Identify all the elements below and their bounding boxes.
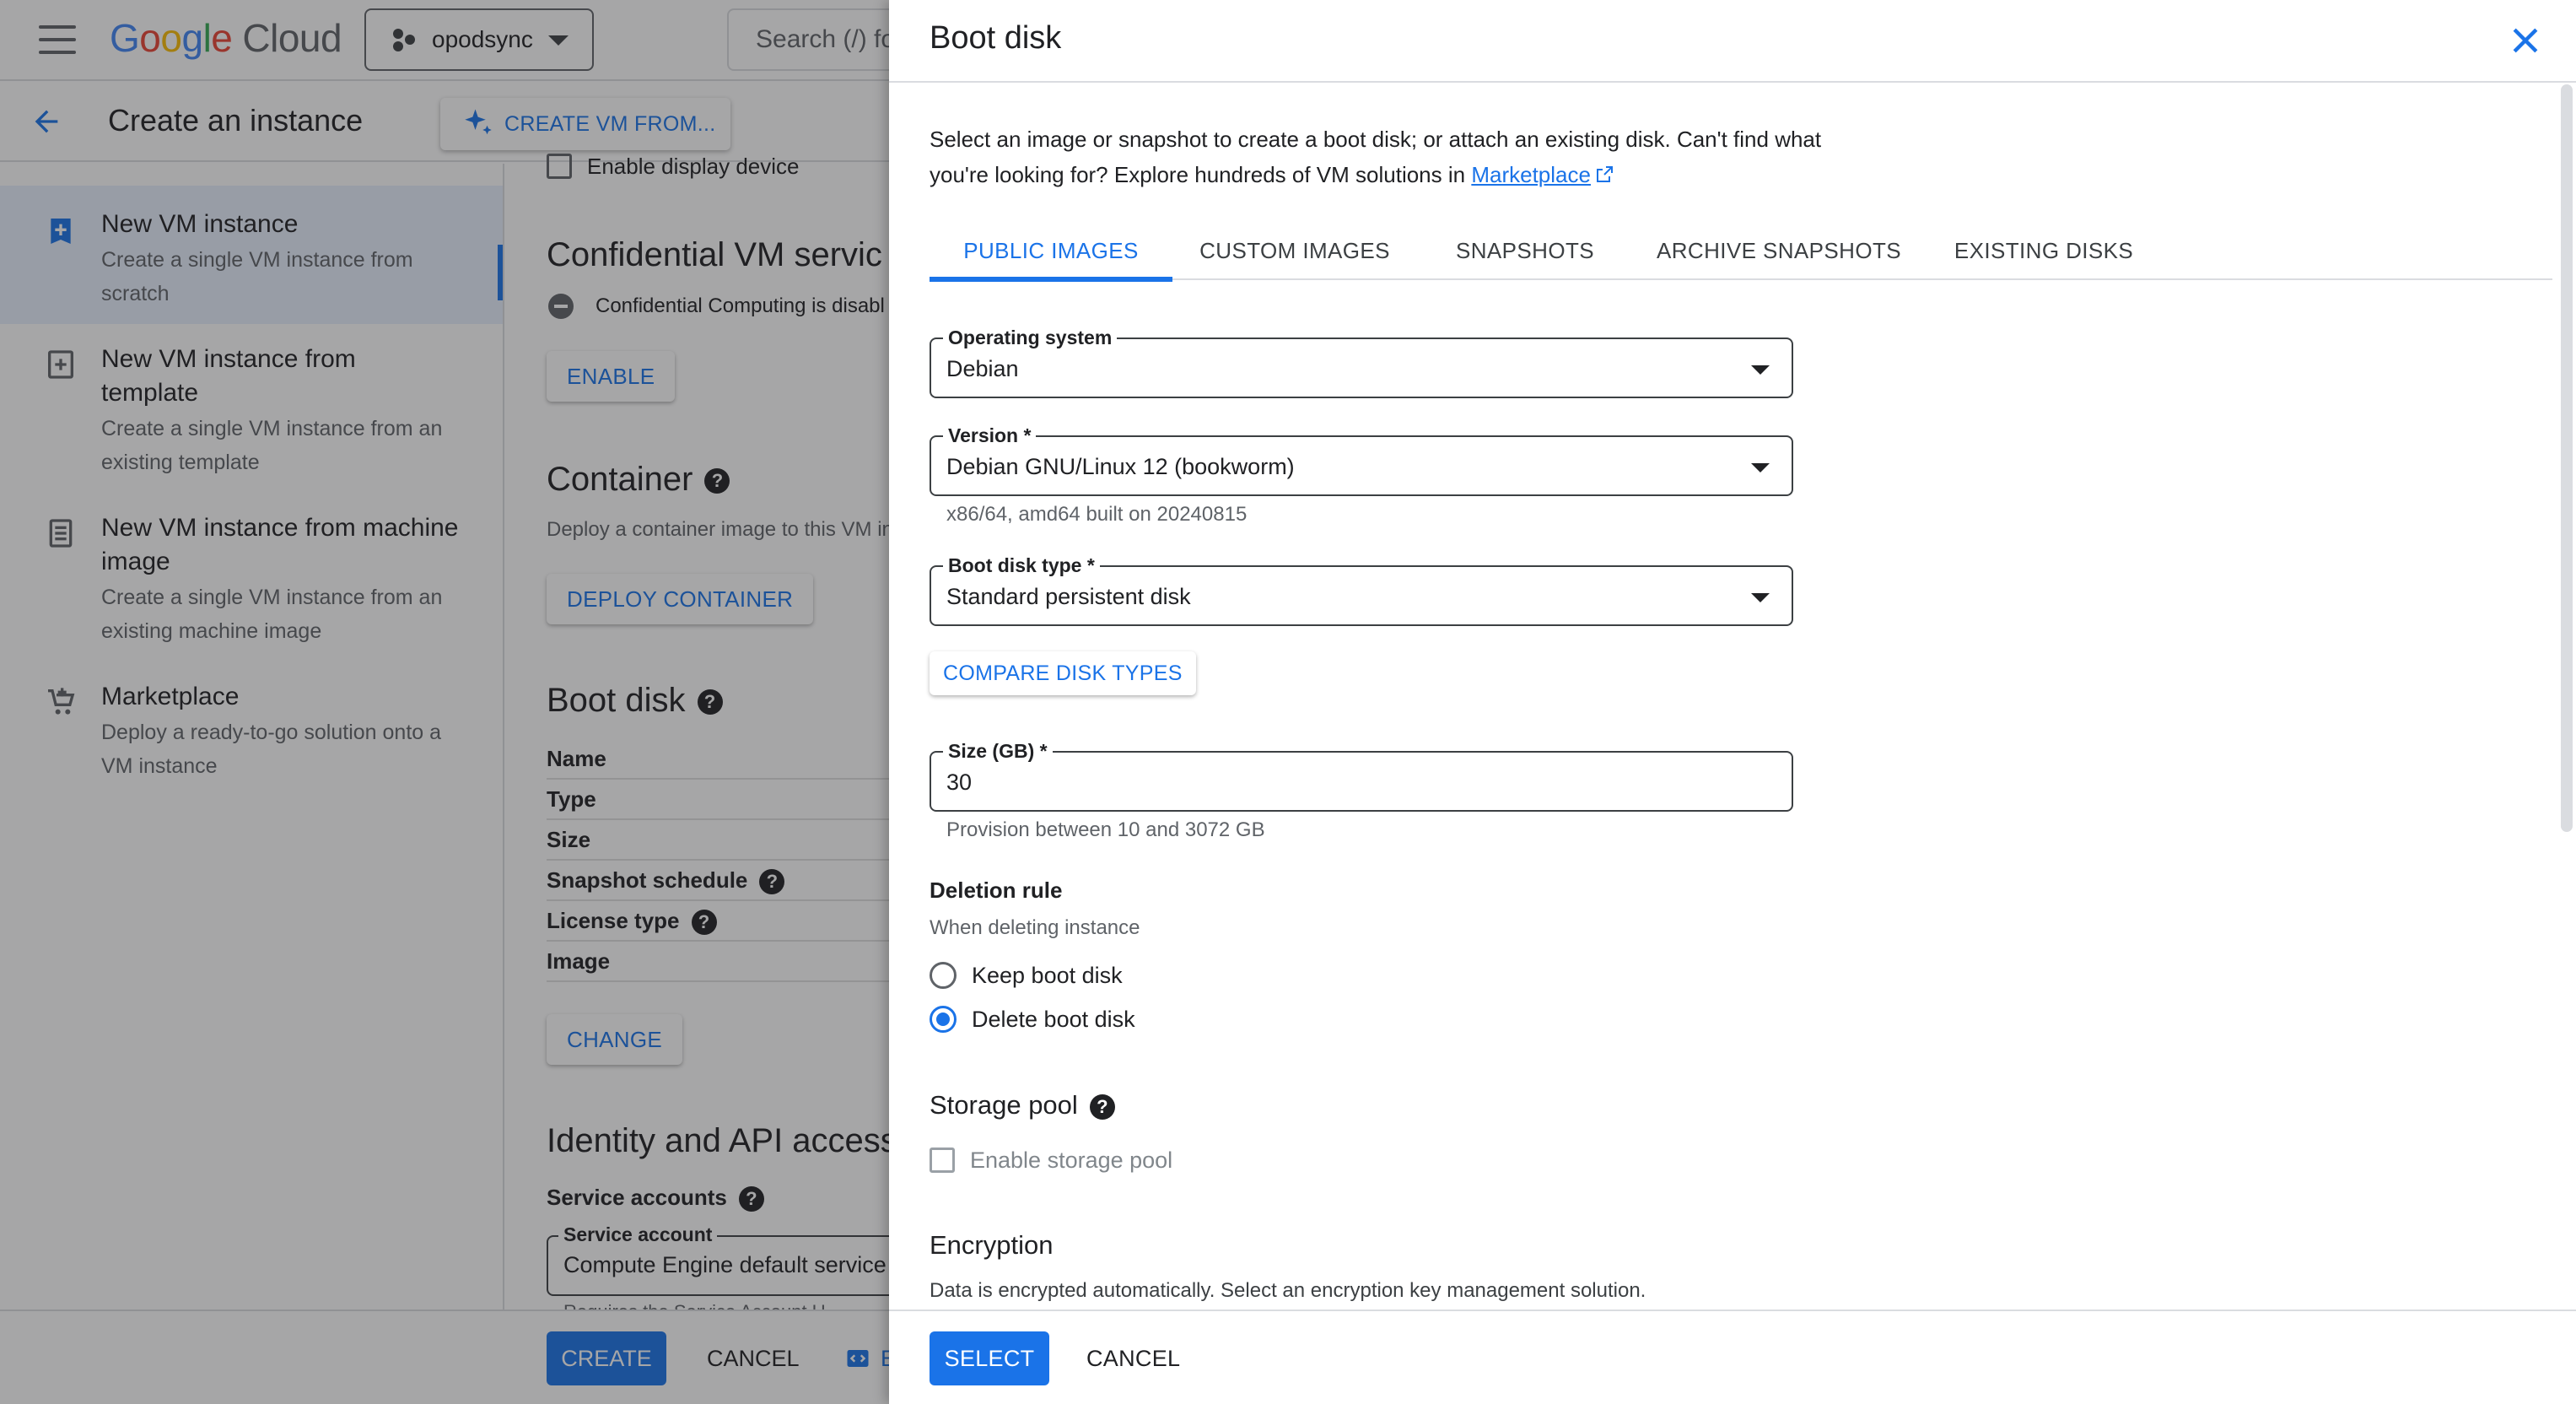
help-icon[interactable]: ? bbox=[1089, 1094, 1115, 1120]
panel-title: Boot disk bbox=[930, 20, 1062, 56]
tab-public-images[interactable]: PUBLIC IMAGES bbox=[930, 221, 1172, 282]
tab-snapshots[interactable]: SNAPSHOTS bbox=[1417, 221, 1633, 280]
image-source-tabs: PUBLIC IMAGES CUSTOM IMAGES SNAPSHOTS AR… bbox=[930, 221, 2552, 282]
delete-boot-disk-option[interactable]: Delete boot disk bbox=[930, 1002, 1135, 1036]
keep-boot-disk-option[interactable]: Keep boot disk bbox=[930, 958, 1123, 992]
external-link-icon bbox=[1596, 166, 1613, 182]
operating-system-select[interactable]: Operating system Debian bbox=[930, 326, 1793, 398]
encryption-description: Data is encrypted automatically. Select … bbox=[930, 1279, 1646, 1302]
compare-disk-types-button[interactable]: COMPARE DISK TYPES bbox=[930, 651, 1196, 695]
close-icon[interactable] bbox=[2507, 22, 2544, 59]
dropdown-arrow-icon bbox=[1751, 463, 1770, 472]
panel-action-bar: SELECT CANCEL bbox=[889, 1310, 2576, 1404]
boot-disk-type-select[interactable]: Boot disk type * Standard persistent dis… bbox=[930, 554, 1793, 626]
marketplace-link[interactable]: Marketplace bbox=[1471, 162, 1591, 187]
enable-storage-pool-checkbox[interactable] bbox=[930, 1148, 955, 1173]
version-select[interactable]: Version * Debian GNU/Linux 12 (bookworm) bbox=[930, 424, 1793, 496]
version-hint: x86/64, amd64 built on 20240815 bbox=[946, 503, 1248, 526]
tab-custom-images[interactable]: CUSTOM IMAGES bbox=[1172, 221, 1417, 280]
boot-disk-panel: Boot disk Select an image or snapshot to… bbox=[889, 0, 2576, 1404]
size-hint: Provision between 10 and 3072 GB bbox=[946, 818, 1265, 841]
select-button[interactable]: SELECT bbox=[930, 1331, 1049, 1385]
panel-header: Boot disk bbox=[889, 0, 2576, 83]
deletion-rule-heading: Deletion rule bbox=[930, 878, 1063, 903]
size-gb-input[interactable]: Size (GB) * 30 bbox=[930, 739, 1793, 812]
dropdown-arrow-icon bbox=[1751, 365, 1770, 375]
dropdown-arrow-icon bbox=[1751, 593, 1770, 602]
panel-intro-text: Select an image or snapshot to create a … bbox=[930, 127, 1822, 187]
encryption-heading: Encryption bbox=[930, 1230, 1054, 1260]
delete-boot-disk-radio[interactable] bbox=[930, 1006, 957, 1033]
deletion-rule-description: When deleting instance bbox=[930, 916, 1140, 939]
enable-storage-pool-option[interactable]: Enable storage pool bbox=[930, 1143, 1172, 1177]
tab-existing-disks[interactable]: EXISTING DISKS bbox=[1925, 221, 2163, 280]
scrollbar-thumb[interactable] bbox=[2561, 84, 2573, 832]
panel-scrollbar[interactable] bbox=[2557, 84, 2576, 1310]
tab-archive-snapshots[interactable]: ARCHIVE SNAPSHOTS bbox=[1633, 221, 1925, 280]
storage-pool-heading: Storage pool? bbox=[930, 1090, 1115, 1120]
keep-boot-disk-radio[interactable] bbox=[930, 962, 957, 989]
panel-cancel-button[interactable]: CANCEL bbox=[1086, 1331, 1180, 1385]
